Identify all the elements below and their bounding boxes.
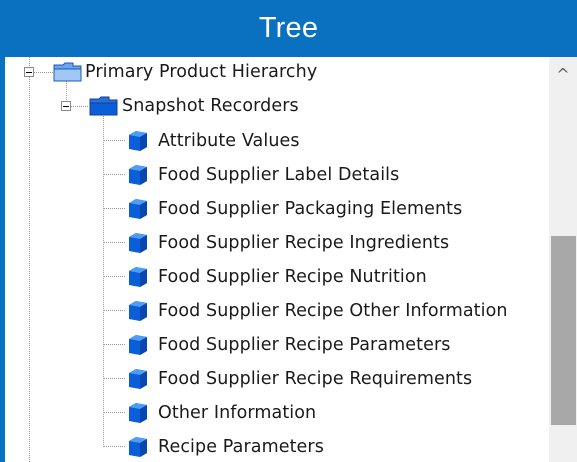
- tree-node-item[interactable]: Food Supplier Recipe Ingredients: [158, 231, 449, 255]
- tree-node-item[interactable]: Food Supplier Recipe Nutrition: [158, 265, 427, 289]
- cube-icon: [129, 131, 147, 151]
- cube-icon: [129, 199, 147, 219]
- tree-node-label: Primary Product Hierarchy: [85, 62, 318, 82]
- cube-icon: [129, 335, 147, 355]
- tree-node-label: Recipe Parameters: [158, 437, 324, 457]
- tree-node-label: Other Information: [158, 403, 317, 423]
- tree-node-label: Food Supplier Label Details: [158, 165, 400, 185]
- cube-icon: [129, 301, 147, 321]
- cube-icon: [129, 233, 147, 253]
- collapse-toggle-root[interactable]: [24, 67, 34, 77]
- cube-icon: [129, 267, 147, 287]
- collapse-toggle-group[interactable]: [61, 101, 71, 111]
- folder-icon: [89, 96, 118, 116]
- scroll-up-arrow-icon[interactable]: ^: [549, 61, 577, 87]
- tree-node-label: Food Supplier Recipe Parameters: [158, 335, 451, 355]
- tree-node-item[interactable]: Food Supplier Recipe Parameters: [158, 333, 451, 357]
- tree-node-item[interactable]: Other Information: [158, 401, 316, 425]
- tree-node-group[interactable]: Snapshot Recorders: [122, 94, 299, 118]
- tree-window: Tree Primary Product Hierarchy Snapshot …: [0, 0, 577, 462]
- cube-icon: [129, 403, 147, 423]
- panel-title: Tree: [0, 0, 577, 57]
- tree-node-root[interactable]: Primary Product Hierarchy: [85, 60, 317, 84]
- tree-node-item[interactable]: Food Supplier Label Details: [158, 163, 399, 187]
- folder-icon: [53, 62, 82, 82]
- tree-node-label: Food Supplier Recipe Nutrition: [158, 267, 427, 287]
- tree-node-item[interactable]: Food Supplier Packaging Elements: [158, 197, 462, 221]
- cube-icon: [129, 369, 147, 389]
- tree-node-item[interactable]: Food Supplier Recipe Requirements: [158, 367, 472, 391]
- cube-icon: [129, 165, 147, 185]
- tree-node-item[interactable]: Recipe Parameters: [158, 435, 324, 459]
- tree-node-label: Food Supplier Recipe Requirements: [158, 369, 473, 389]
- tree-node-label: Food Supplier Recipe Ingredients: [158, 233, 450, 253]
- cube-icon: [129, 437, 147, 457]
- tree-node-label: Food Supplier Packaging Elements: [158, 199, 463, 219]
- tree-node-item[interactable]: Food Supplier Recipe Other Information: [158, 299, 508, 323]
- tree-view[interactable]: Primary Product Hierarchy Snapshot Recor…: [5, 57, 549, 462]
- tree-node-label: Snapshot Recorders: [122, 96, 299, 116]
- tree-node-label: Food Supplier Recipe Other Information: [158, 301, 508, 321]
- tree-node-item[interactable]: Attribute Values: [158, 129, 300, 153]
- scrollbar-thumb[interactable]: [551, 236, 576, 425]
- vertical-scrollbar[interactable]: ^: [549, 57, 577, 462]
- tree-node-label: Attribute Values: [158, 131, 300, 151]
